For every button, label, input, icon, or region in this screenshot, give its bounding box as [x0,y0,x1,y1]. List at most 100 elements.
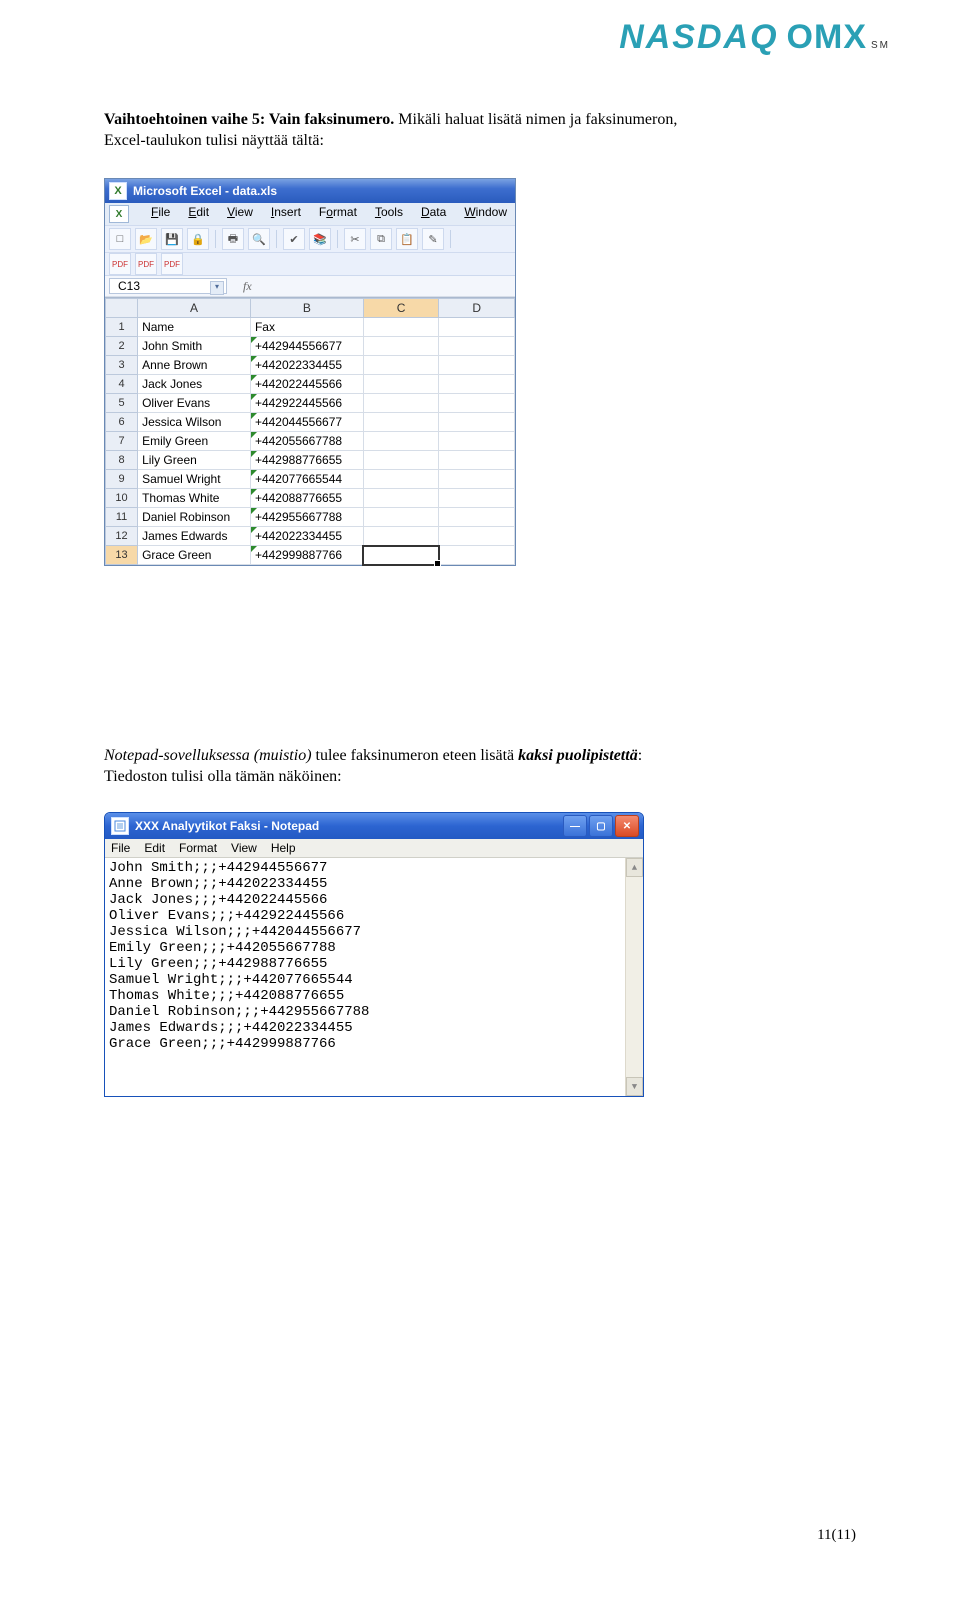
scrollbar-vertical[interactable]: ▲ ▼ [625,858,643,1096]
dropdown-icon[interactable]: ▾ [210,281,224,295]
cell[interactable]: +442044556677 [250,413,363,432]
cell[interactable] [439,546,515,565]
cell[interactable]: +442944556677 [250,337,363,356]
cell[interactable] [363,527,439,546]
cell[interactable]: Lily Green [138,451,251,470]
cell[interactable]: +442022334455 [250,527,363,546]
copy-icon[interactable]: ⧉ [370,228,392,250]
row-header[interactable]: 3 [106,356,138,375]
pdf-icon[interactable]: PDF [109,253,131,275]
save-icon[interactable]: 💾 [161,228,183,250]
cell[interactable]: +442088776655 [250,489,363,508]
cell[interactable]: Jack Jones [138,375,251,394]
cell[interactable] [439,489,515,508]
cell[interactable] [363,489,439,508]
new-icon[interactable]: □ [109,228,131,250]
cell[interactable] [363,432,439,451]
cell[interactable]: James Edwards [138,527,251,546]
cell[interactable]: Fax [250,318,363,337]
print-icon[interactable]: 🖶 [222,228,244,250]
preview-icon[interactable]: 🔍 [248,228,270,250]
cell[interactable] [439,451,515,470]
notepad-menubar[interactable]: File Edit Format View Help [105,839,643,858]
cell[interactable] [439,527,515,546]
cell[interactable] [439,356,515,375]
cell[interactable] [439,337,515,356]
cell[interactable] [363,470,439,489]
notepad-menu-help[interactable]: Help [271,841,296,855]
minimize-button[interactable]: — [563,815,587,837]
excel-menu-format[interactable]: Format [319,205,357,223]
col-header-a[interactable]: A [138,299,251,318]
cell[interactable] [439,318,515,337]
cell[interactable] [363,394,439,413]
cell[interactable] [439,470,515,489]
cell[interactable] [363,451,439,470]
row-header[interactable]: 1 [106,318,138,337]
maximize-button[interactable]: ▢ [589,815,613,837]
cut-icon[interactable]: ✂ [344,228,366,250]
excel-namebox[interactable]: C13 ▾ [109,278,227,294]
excel-menubar[interactable]: X File Edit View Insert Format Tools Dat… [105,203,515,225]
cell[interactable]: +442988776655 [250,451,363,470]
cell[interactable]: Thomas White [138,489,251,508]
cell[interactable]: Oliver Evans [138,394,251,413]
excel-menu-file[interactable]: File [151,205,170,223]
cell[interactable] [363,318,439,337]
excel-menu-data[interactable]: Data [421,205,446,223]
cell[interactable]: +442077665544 [250,470,363,489]
notepad-menu-file[interactable]: File [111,841,130,855]
research-icon[interactable]: 📚 [309,228,331,250]
cell[interactable] [363,356,439,375]
cell[interactable] [439,375,515,394]
cell[interactable]: +442955667788 [250,508,363,527]
permission-icon[interactable]: 🔒 [187,228,209,250]
row-header[interactable]: 4 [106,375,138,394]
cell[interactable] [363,375,439,394]
paste-icon[interactable]: 📋 [396,228,418,250]
cell[interactable]: Daniel Robinson [138,508,251,527]
notepad-textarea[interactable]: John Smith;;;+442944556677Anne Brown;;;+… [105,858,643,1096]
fx-icon[interactable]: fx [243,279,252,294]
cell[interactable]: Jessica Wilson [138,413,251,432]
cell[interactable] [363,413,439,432]
col-header-c[interactable]: C [363,299,439,318]
scroll-down-icon[interactable]: ▼ [626,1077,643,1096]
col-header-b[interactable]: B [250,299,363,318]
cell[interactable]: +442022334455 [250,356,363,375]
close-button[interactable]: ✕ [615,815,639,837]
row-header[interactable]: 7 [106,432,138,451]
cell[interactable]: Grace Green [138,546,251,565]
cell[interactable]: John Smith [138,337,251,356]
row-header[interactable]: 12 [106,527,138,546]
cell[interactable] [363,508,439,527]
notepad-menu-edit[interactable]: Edit [144,841,165,855]
cell[interactable]: +442922445566 [250,394,363,413]
notepad-menu-view[interactable]: View [231,841,257,855]
row-header[interactable]: 11 [106,508,138,527]
excel-menu-edit[interactable]: Edit [188,205,209,223]
col-header-d[interactable]: D [439,299,515,318]
notepad-menu-format[interactable]: Format [179,841,217,855]
cell[interactable] [439,394,515,413]
row-header[interactable]: 13 [106,546,138,565]
active-cell[interactable] [363,546,439,565]
cell[interactable]: Emily Green [138,432,251,451]
excel-menu-window[interactable]: Window [464,205,507,223]
row-header[interactable]: 5 [106,394,138,413]
scroll-up-icon[interactable]: ▲ [626,858,643,877]
row-header[interactable]: 8 [106,451,138,470]
row-header[interactable]: 6 [106,413,138,432]
excel-menu-insert[interactable]: Insert [271,205,301,223]
cell[interactable]: +442055667788 [250,432,363,451]
corner-cell[interactable] [106,299,138,318]
cell[interactable]: +442999887766 [250,546,363,565]
row-header[interactable]: 9 [106,470,138,489]
pdf-icon[interactable]: PDF [135,253,157,275]
cell[interactable]: Samuel Wright [138,470,251,489]
excel-menu-tools[interactable]: Tools [375,205,403,223]
format-painter-icon[interactable]: ✎ [422,228,444,250]
row-header[interactable]: 10 [106,489,138,508]
cell[interactable]: Name [138,318,251,337]
excel-grid[interactable]: A B C D 1NameFax2John Smith+442944556677… [105,297,515,565]
